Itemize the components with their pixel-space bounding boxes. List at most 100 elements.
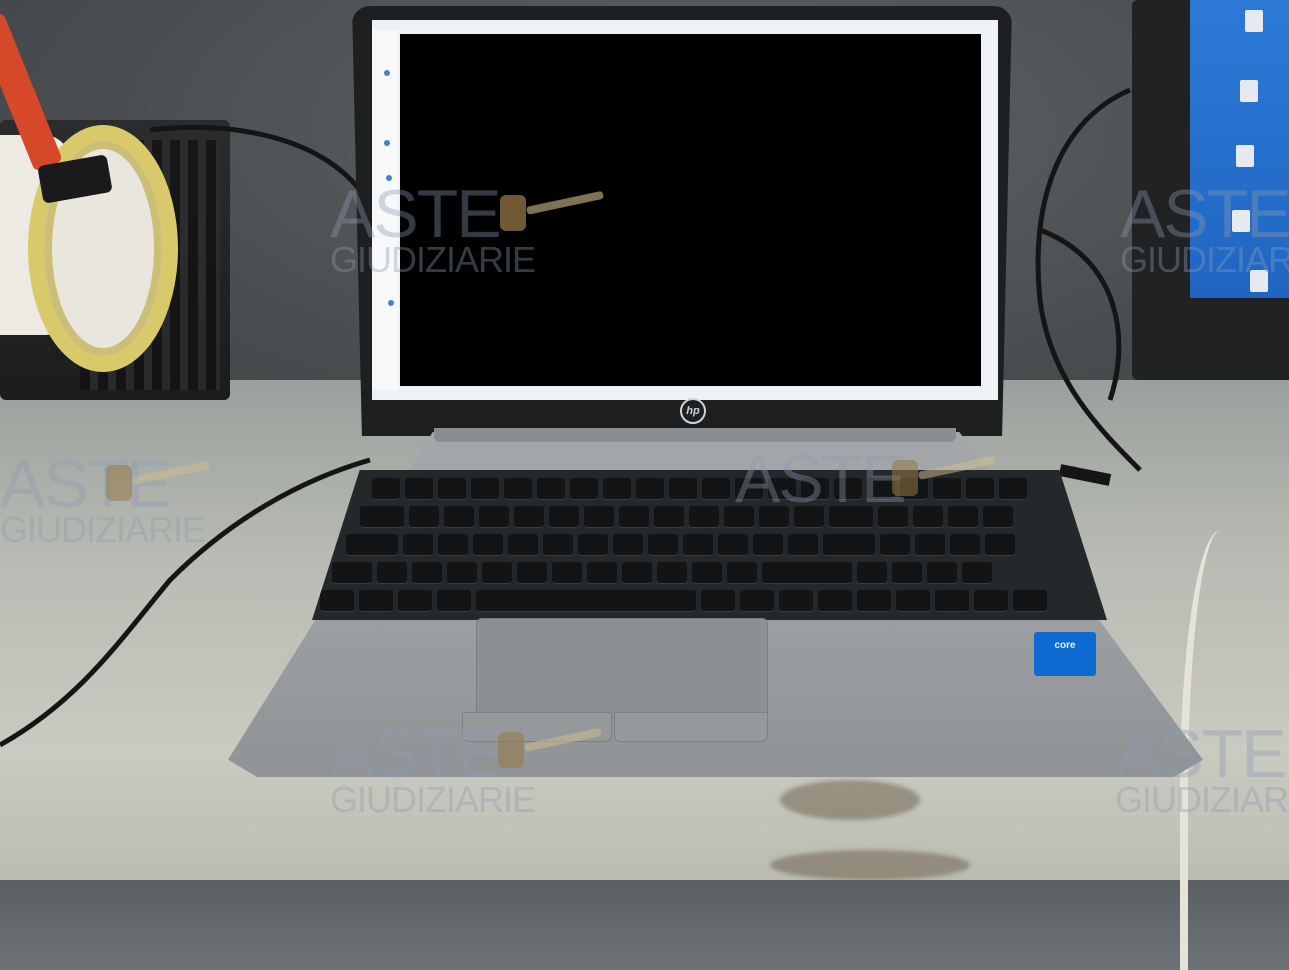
- keyboard-key: [692, 562, 722, 584]
- keyboard-key: [683, 534, 713, 556]
- keyboard-key: [372, 478, 400, 500]
- hp-logo: hp: [680, 398, 706, 424]
- keyboard-key: [788, 534, 818, 556]
- keyboard-key: [834, 478, 862, 500]
- keyboard-key: [504, 478, 532, 500]
- keyboard-key: [689, 506, 719, 528]
- processor-badge: core: [1034, 632, 1096, 676]
- laptop-hinge: [434, 428, 956, 442]
- key-row: [346, 534, 1015, 556]
- keyboard-key: [613, 534, 643, 556]
- keyboard-key: [779, 590, 813, 612]
- keyboard-key: [915, 534, 945, 556]
- keyboard-key: [444, 506, 474, 528]
- keyboard-key: [896, 590, 930, 612]
- keyboard-key: [438, 534, 468, 556]
- desktop-file-icon: [1245, 10, 1263, 32]
- keyboard-key: [878, 506, 908, 528]
- keyboard-key: [983, 506, 1013, 528]
- keyboard-key: [657, 562, 687, 584]
- keyboard-key: [762, 562, 852, 584]
- desktop-file-icon: [1250, 270, 1268, 292]
- keyboard-key: [753, 534, 783, 556]
- screen-sidebar: [372, 30, 398, 390]
- keyboard-key: [482, 562, 512, 584]
- keyboard-key: [437, 590, 471, 612]
- screen-icon: [384, 140, 390, 146]
- keyboard-key: [999, 478, 1027, 500]
- keyboard-key: [794, 506, 824, 528]
- keyboard-key: [857, 562, 887, 584]
- keyboard-key: [801, 478, 829, 500]
- photo-scene: hp core ASTE GIUDIZIARIE ASTE GIUDIZIARI…: [0, 0, 1289, 970]
- keyboard-key: [829, 506, 873, 528]
- keyboard-key: [552, 562, 582, 584]
- screen-icon: [384, 70, 390, 76]
- keyboard-key: [587, 562, 617, 584]
- keyboard-key: [570, 478, 598, 500]
- keyboard-key: [543, 534, 573, 556]
- gavel-icon: [498, 728, 602, 768]
- keyboard-key: [768, 478, 796, 500]
- keyboard-key: [818, 590, 852, 612]
- keyboard-key: [517, 562, 547, 584]
- keyboard-key: [636, 478, 664, 500]
- keyboard-key: [578, 534, 608, 556]
- keyboard-key: [669, 478, 697, 500]
- keyboard-key: [962, 562, 992, 584]
- keyboard-key: [948, 506, 978, 528]
- desktop-file-icon: [1240, 80, 1258, 102]
- key-row: [320, 590, 1047, 612]
- keyboard-key: [619, 506, 649, 528]
- keyboard-key: [950, 534, 980, 556]
- keyboard-key: [409, 506, 439, 528]
- screen-icon: [388, 300, 394, 306]
- keyboard-key: [412, 562, 442, 584]
- key-row: [332, 562, 992, 584]
- gavel-icon: [892, 456, 996, 496]
- keyboard-key: [479, 506, 509, 528]
- keyboard-key: [724, 506, 754, 528]
- keyboard-key: [759, 506, 789, 528]
- keyboard-key: [701, 590, 735, 612]
- keyboard-key: [974, 590, 1008, 612]
- screen-icon: [386, 175, 392, 181]
- keyboard-key: [447, 562, 477, 584]
- keyboard-key: [927, 562, 957, 584]
- keyboard-key: [648, 534, 678, 556]
- keyboard-key: [584, 506, 614, 528]
- keyboard-key: [514, 506, 544, 528]
- keyboard-key: [471, 478, 499, 500]
- keyboard-key: [985, 534, 1015, 556]
- keyboard-key: [508, 534, 538, 556]
- key-row: [360, 506, 1013, 528]
- keyboard-key: [857, 590, 891, 612]
- keyboard-key: [702, 478, 730, 500]
- keyboard-key: [476, 590, 696, 612]
- keyboard-key: [913, 506, 943, 528]
- keyboard-key: [735, 478, 763, 500]
- keyboard-key: [549, 506, 579, 528]
- keyboard-key: [1013, 590, 1047, 612]
- keyboard-key: [359, 590, 393, 612]
- touchpad-right-button: [614, 712, 768, 742]
- keyboard-key: [346, 534, 398, 556]
- desktop-image-icon: [1232, 210, 1250, 232]
- keyboard-key: [320, 590, 354, 612]
- keyboard-key: [537, 478, 565, 500]
- gavel-icon: [500, 191, 604, 231]
- keyboard-key: [823, 534, 875, 556]
- keyboard-key: [403, 534, 433, 556]
- keyboard-key: [935, 590, 969, 612]
- keyboard-key: [654, 506, 684, 528]
- keyboard-key: [405, 478, 433, 500]
- keyboard-key: [603, 478, 631, 500]
- redacted-screen-area: [400, 34, 981, 386]
- touchpad: [476, 618, 768, 718]
- keyboard-key: [892, 562, 922, 584]
- desktop-folder-icon: [1236, 145, 1254, 167]
- keyboard-key: [332, 562, 372, 584]
- keyboard-key: [740, 590, 774, 612]
- keyboard-key: [398, 590, 432, 612]
- keyboard-key: [377, 562, 407, 584]
